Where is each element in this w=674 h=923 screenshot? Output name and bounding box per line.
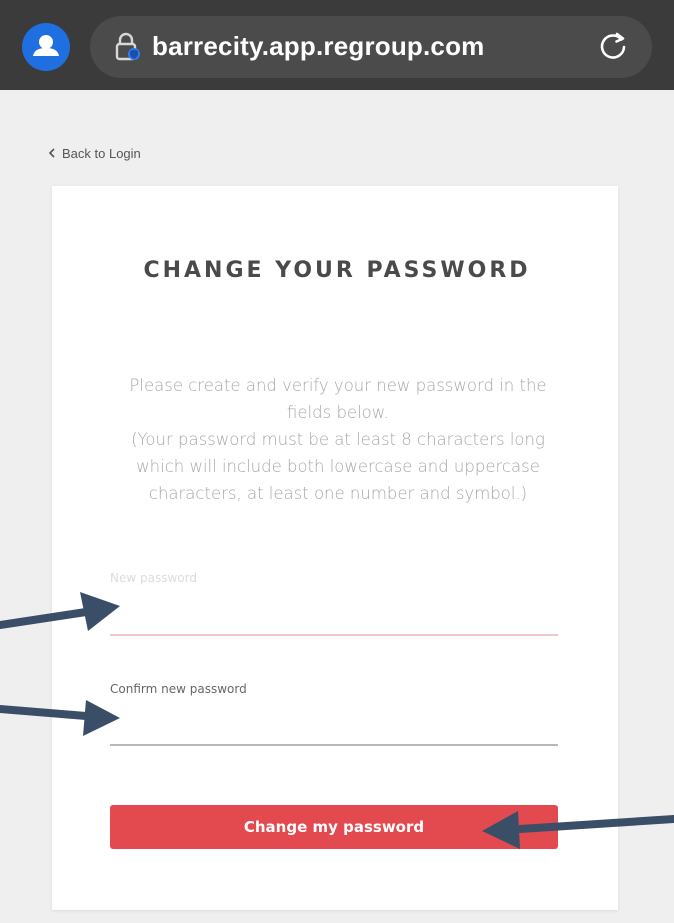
confirm-password-underline [110, 744, 558, 746]
instruction-line: Please create and verify your new passwo… [129, 376, 547, 395]
address-bar[interactable]: barrecity.app.regroup.com [90, 16, 652, 78]
change-password-card [52, 186, 618, 910]
instruction-line: which will include both lowercase and up… [136, 457, 540, 476]
url-text[interactable]: barrecity.app.regroup.com [152, 31, 485, 62]
instruction-line: (Your password must be at least 8 charac… [131, 430, 545, 449]
reload-icon[interactable] [596, 30, 630, 68]
back-link-label: Back to Login [62, 146, 141, 161]
account-icon[interactable] [22, 23, 70, 71]
instruction-line: fields below. [287, 403, 389, 422]
password-instructions: Please create and verify your new passwo… [110, 372, 566, 507]
new-password-underline [110, 634, 558, 636]
page-title: CHANGE YOUR PASSWORD [143, 258, 531, 283]
new-password-input[interactable] [110, 592, 558, 632]
instruction-line: characters, at least one number and symb… [148, 484, 528, 503]
new-password-placeholder: New password [110, 571, 197, 585]
change-password-button[interactable]: Change my password [110, 805, 558, 849]
back-to-login-link[interactable]: Back to Login [48, 146, 141, 161]
confirm-password-label: Confirm new password [110, 682, 247, 696]
lock-icon [114, 32, 142, 66]
confirm-password-input[interactable] [110, 702, 558, 742]
browser-toolbar: barrecity.app.regroup.com [0, 0, 674, 90]
chevron-left-icon [48, 146, 56, 161]
